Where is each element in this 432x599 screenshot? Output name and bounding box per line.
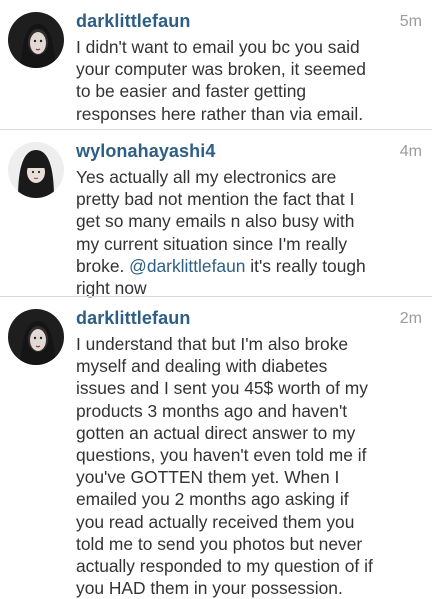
username[interactable]: darklittlefaun xyxy=(76,11,190,32)
comment-text: Yes actually all my electronics are pret… xyxy=(76,166,422,299)
username[interactable]: wylonahayashi4 xyxy=(76,141,215,162)
timestamp: 2m xyxy=(399,310,422,327)
avatar[interactable] xyxy=(8,309,64,365)
username[interactable]: darklittlefaun xyxy=(76,308,190,329)
comment-item: wylonahayashi4 4m Yes actually all my el… xyxy=(0,130,432,299)
timestamp: 5m xyxy=(399,13,422,30)
comment-text: I understand that but I'm also broke mys… xyxy=(76,334,373,599)
timestamp: 4m xyxy=(399,143,422,160)
avatar[interactable] xyxy=(8,12,64,68)
comment-item: darklittlefaun 2m I understand that but … xyxy=(0,297,432,599)
avatar[interactable] xyxy=(8,142,64,198)
comment-item: darklittlefaun 5m I didn't want to email… xyxy=(0,0,432,130)
comment-text: I didn't want to email you bc you said y… xyxy=(76,37,366,124)
user-mention-link[interactable]: @darklittlefaun xyxy=(129,256,245,276)
